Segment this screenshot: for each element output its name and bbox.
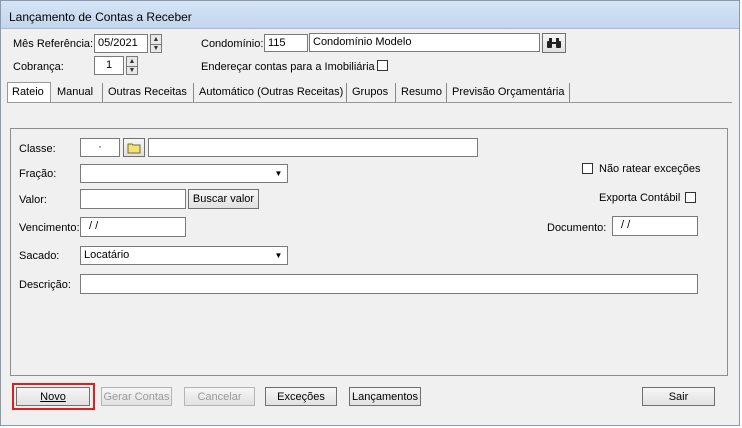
chevron-down-icon[interactable]: ▼ (272, 249, 285, 263)
tab-rateio[interactable]: Rateio (7, 82, 51, 103)
condominio-label: Condomínio: (201, 38, 264, 50)
tab-outras-receitas[interactable]: Outras Receitas (104, 83, 194, 102)
tab-grupos[interactable]: Grupos (348, 83, 396, 102)
tab-previsao-orcamentaria[interactable]: Previsão Orçamentária (448, 83, 570, 102)
valor-label: Valor: (19, 194, 47, 206)
cobranca-input[interactable]: 1 (94, 56, 124, 75)
fracao-select[interactable]: ▼ (80, 164, 288, 183)
cancelar-button[interactable]: Cancelar (184, 387, 255, 406)
spin-down-icon[interactable]: ▼ (151, 44, 161, 53)
novo-button[interactable]: Novo (16, 387, 90, 406)
lancamentos-button[interactable]: Lançamentos (349, 387, 421, 406)
tab-resumo[interactable]: Resumo (397, 83, 447, 102)
tab-strip: Rateio Manual Outras Receitas Automático… (7, 82, 570, 103)
sair-button[interactable]: Sair (642, 387, 715, 406)
classe-label: Classe: (19, 143, 56, 155)
chevron-down-icon[interactable]: ▼ (272, 167, 285, 181)
spin-down-icon[interactable]: ▼ (127, 66, 137, 75)
buscar-valor-label: Buscar valor (192, 193, 255, 205)
exporta-contabil-checkbox[interactable] (685, 192, 696, 203)
gerar-contas-button[interactable]: Gerar Contas (101, 387, 172, 406)
binoculars-icon (546, 34, 562, 49)
cobranca-label: Cobrança: (13, 61, 64, 73)
cobranca-spinner[interactable]: ▲ ▼ (126, 56, 138, 75)
exporta-contabil-label: Exporta Contábil (599, 192, 681, 204)
documento-label: Documento: (547, 222, 607, 234)
window-title: Lançamento de Contas a Receber (9, 10, 192, 24)
condominio-code-input[interactable]: 115 (264, 34, 308, 52)
title-bar: Lançamento de Contas a Receber (1, 1, 739, 29)
tab-manual[interactable]: Manual (53, 83, 103, 102)
sacado-select[interactable]: Locatário ▼ (80, 246, 288, 265)
nao-ratear-checkbox[interactable] (582, 163, 593, 174)
valor-input[interactable] (80, 189, 186, 209)
fracao-label: Fração: (19, 168, 57, 180)
vencimento-label: Vencimento: (19, 222, 80, 234)
vencimento-input[interactable]: / / (80, 217, 186, 237)
sacado-label: Sacado: (19, 250, 60, 262)
classe-browse-button[interactable] (123, 138, 145, 157)
excecoes-button[interactable]: Exceções (265, 387, 337, 406)
documento-input[interactable]: / / (612, 216, 698, 236)
classe-description-input[interactable] (148, 138, 478, 157)
buscar-valor-button[interactable]: Buscar valor (188, 189, 259, 209)
descricao-label: Descrição: (19, 279, 71, 291)
enderecar-checkbox[interactable] (377, 60, 388, 71)
enderecar-label: Endereçar contas para a Imobiliária (201, 61, 375, 73)
sacado-select-value: Locatário (84, 249, 130, 261)
mes-referencia-label: Mês Referência: (13, 38, 94, 50)
nao-ratear-label: Não ratear exceções (599, 163, 701, 175)
descricao-input[interactable] (80, 274, 698, 294)
tab-divider (7, 102, 732, 103)
mes-referencia-spinner[interactable]: ▲ ▼ (150, 34, 162, 53)
tab-automatico[interactable]: Automático (Outras Receitas) (195, 83, 347, 102)
classe-code-input[interactable]: · (80, 138, 120, 157)
search-condominio-button[interactable] (542, 33, 566, 53)
mes-referencia-input[interactable]: 05/2021 (94, 34, 148, 53)
condominio-name-input[interactable]: Condomínio Modelo (309, 33, 540, 52)
folder-icon (127, 142, 142, 154)
